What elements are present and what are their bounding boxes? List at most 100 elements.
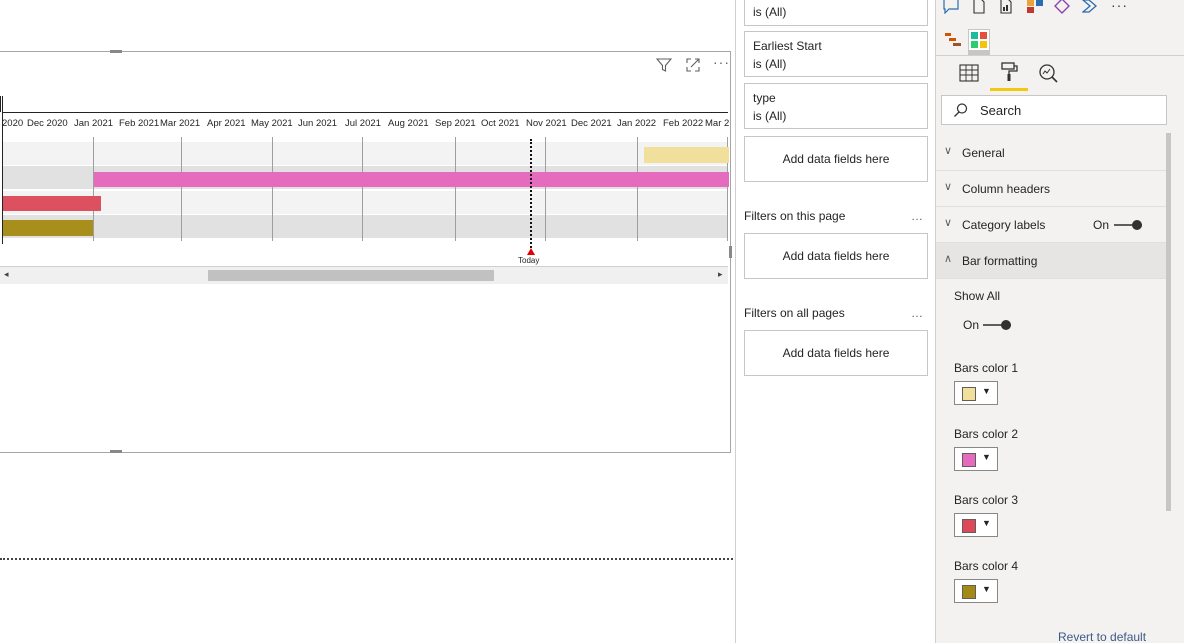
format-paint-roller-icon[interactable]	[998, 61, 1020, 88]
toggle-knob[interactable]	[1001, 320, 1011, 330]
chevron-up-icon: ∧	[944, 253, 953, 265]
more-visuals-icon[interactable]: ···	[1111, 0, 1128, 13]
bars-color-4-label: Bars color 4	[954, 559, 1019, 573]
resize-handle-right[interactable]	[729, 246, 732, 258]
month-divider	[181, 137, 182, 241]
gantt-bar[interactable]	[644, 147, 729, 163]
month-label: Dec 2021	[571, 118, 612, 129]
dropdown-caret-icon: ▼	[982, 452, 991, 462]
filter-card-type[interactable]: type is (All)	[744, 83, 928, 129]
section-bar-formatting[interactable]: ∧ Bar formatting	[936, 243, 1167, 279]
scroll-thumb[interactable]	[208, 270, 494, 281]
show-all-label: Show All	[954, 289, 1001, 303]
color-swatch	[962, 453, 976, 467]
month-label: Dec 2020	[27, 118, 68, 129]
toggle-state-label: On	[1093, 218, 1110, 232]
section-label: Column headers	[962, 182, 1051, 196]
color-swatch	[962, 585, 976, 599]
gantt-bar[interactable]	[3, 196, 101, 211]
scroll-right-icon[interactable]: ▸	[718, 269, 723, 280]
filter-icon[interactable]	[655, 57, 673, 77]
resize-handle-top[interactable]	[110, 50, 122, 53]
report-icon[interactable]	[998, 0, 1014, 18]
section-column-headers[interactable]: ∨ Column headers	[936, 171, 1167, 207]
search-icon	[954, 103, 968, 117]
paginated-report-icon[interactable]	[971, 0, 987, 18]
more-options-icon[interactable]: ···	[713, 54, 730, 70]
format-pane: ··· Search ∨ General ∨ Column headers ∨ …	[935, 0, 1184, 644]
gantt-visual-icon[interactable]	[943, 30, 963, 55]
bars-color-1-picker[interactable]: ▼	[954, 381, 998, 405]
bars-color-2-label: Bars color 2	[954, 427, 1019, 441]
today-marker-icon	[527, 248, 535, 255]
analytics-tab-icon[interactable]	[1037, 62, 1059, 89]
custom-visual-icon[interactable]	[968, 29, 990, 56]
filter-value: is (All)	[753, 5, 787, 19]
dropdown-caret-icon: ▼	[982, 386, 991, 396]
add-data-fields-page[interactable]: Add data fields here	[744, 233, 928, 279]
format-pane-scrollbar[interactable]	[1166, 133, 1171, 511]
bars-color-2-picker[interactable]: ▼	[954, 447, 998, 471]
today-line	[530, 139, 532, 248]
filter-title: type	[753, 91, 776, 105]
filter-card[interactable]: is (All)	[744, 0, 928, 26]
filter-card-earliest-start[interactable]: Earliest Start is (All)	[744, 31, 928, 77]
month-divider	[637, 137, 638, 241]
dropdown-caret-icon: ▼	[982, 584, 991, 594]
add-data-fields-visual[interactable]: Add data fields here	[744, 136, 928, 182]
format-search-input[interactable]: Search	[941, 95, 1167, 125]
more-options-icon[interactable]: …	[911, 209, 923, 223]
toggle-state-label: On	[963, 318, 980, 332]
color-swatch	[962, 387, 976, 401]
month-label: Oct 2021	[481, 118, 520, 129]
month-label: Feb 2021	[119, 118, 160, 129]
month-label: Sep 2021	[435, 118, 476, 129]
month-label: Jan 2022	[617, 118, 657, 129]
section-category-labels[interactable]: ∨ Category labels On	[936, 207, 1167, 243]
focus-mode-icon[interactable]	[685, 57, 701, 77]
gantt-bar[interactable]	[94, 172, 729, 187]
filter-title: Earliest Start	[753, 39, 822, 53]
section-general[interactable]: ∨ General	[936, 135, 1167, 171]
filters-on-page-heading: Filters on this page	[744, 209, 846, 223]
bars-color-4-picker[interactable]: ▼	[954, 579, 998, 603]
month-label: Apr 2021	[207, 118, 246, 129]
resize-handle-bottom[interactable]	[110, 450, 122, 453]
month-divider	[93, 137, 94, 241]
more-options-icon[interactable]: …	[911, 306, 923, 320]
revert-to-default-link[interactable]: Revert to default	[1058, 630, 1146, 644]
horizontal-scrollbar[interactable]: ◂ ▸	[0, 266, 728, 284]
timeline-axis-left	[0, 96, 1, 112]
pane-divider	[936, 55, 1184, 56]
month-divider	[272, 137, 273, 241]
toggle-knob[interactable]	[1132, 220, 1142, 230]
month-divider	[362, 137, 363, 241]
power-automate-icon[interactable]	[1081, 0, 1098, 18]
bars-color-3-picker[interactable]: ▼	[954, 513, 998, 537]
dropdown-caret-icon: ▼	[982, 518, 991, 528]
add-data-fields-all-pages[interactable]: Add data fields here	[744, 330, 928, 376]
power-apps-icon[interactable]	[1054, 0, 1070, 18]
fields-tab-icon[interactable]	[958, 62, 980, 89]
filter-value: is (All)	[753, 109, 787, 123]
gantt-bar[interactable]	[3, 220, 93, 236]
scroll-left-icon[interactable]: ◂	[4, 269, 9, 280]
month-label: May 2021	[251, 118, 293, 129]
month-label: Mar 2021	[160, 118, 201, 129]
filters-pane: is (All) Earliest Start is (All) type is…	[735, 0, 936, 643]
chevron-down-icon: ∨	[944, 181, 953, 193]
decomposition-icon[interactable]	[1026, 0, 1044, 18]
month-label: Mar 2	[705, 118, 730, 129]
report-canvas: ··· 2020 Dec 2020 Jan 2021 Feb 2021 Mar …	[0, 0, 735, 643]
timeline-axis-line	[3, 112, 728, 113]
month-label: Jun 2021	[298, 118, 338, 129]
filters-all-pages-heading: Filters on all pages	[744, 306, 845, 320]
smart-narrative-icon[interactable]	[943, 0, 959, 18]
gantt-row	[3, 215, 728, 238]
month-divider	[455, 137, 456, 241]
page-separator	[0, 558, 733, 560]
bars-color-1-label: Bars color 1	[954, 361, 1019, 375]
gantt-row	[3, 142, 728, 165]
chevron-down-icon: ∨	[944, 217, 953, 229]
active-tab-indicator	[990, 88, 1028, 91]
